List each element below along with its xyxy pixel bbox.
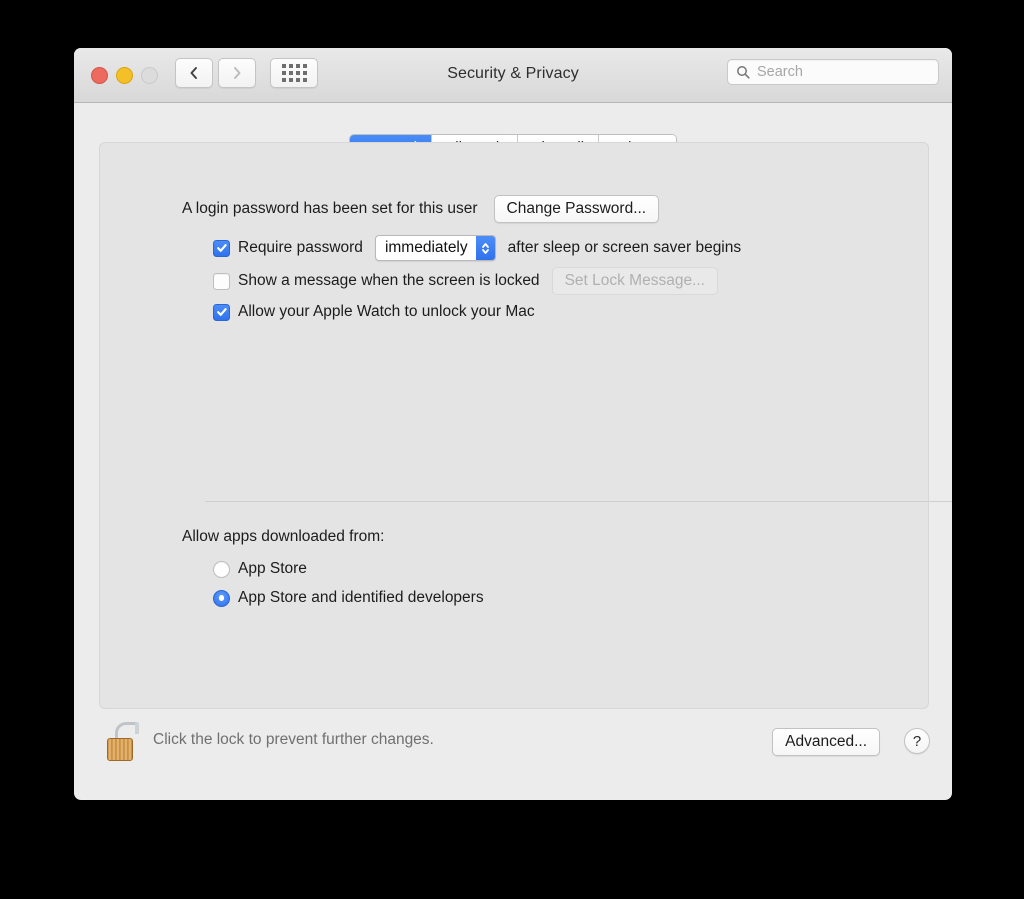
popup-stepper-arrows-icon (476, 236, 495, 260)
security-privacy-window: Security & Privacy Search General FileVa… (74, 48, 952, 800)
checkmark-icon (216, 242, 228, 254)
search-icon (736, 65, 750, 79)
require-password-delay-value: immediately (376, 236, 476, 260)
lock-button[interactable] (104, 720, 138, 762)
search-field[interactable]: Search (727, 59, 939, 85)
lock-hint-text: Click the lock to prevent further change… (153, 731, 434, 749)
general-settings-panel: A login password has been set for this u… (99, 142, 929, 709)
identified-developers-radio-row[interactable]: App Store and identified developers (213, 589, 484, 607)
apple-watch-label: Allow your Apple Watch to unlock your Ma… (238, 303, 535, 321)
checkmark-icon (216, 306, 228, 318)
show-lock-message-checkbox[interactable] (213, 273, 230, 290)
require-password-suffix-label: after sleep or screen saver begins (508, 239, 741, 257)
app-store-radio[interactable] (213, 561, 230, 578)
downloads-heading-row: Allow apps downloaded from: (182, 528, 384, 546)
identified-developers-radio[interactable] (213, 590, 230, 607)
require-password-checkbox[interactable] (213, 240, 230, 257)
require-password-delay-popup[interactable]: immediately (375, 235, 496, 261)
set-lock-message-button: Set Lock Message... (552, 267, 718, 295)
section-divider (205, 501, 952, 502)
identified-developers-label: App Store and identified developers (238, 589, 484, 607)
apple-watch-row: Allow your Apple Watch to unlock your Ma… (213, 303, 535, 321)
show-lock-message-label: Show a message when the screen is locked (238, 272, 540, 290)
screen: Security & Privacy Search General FileVa… (0, 0, 1024, 899)
require-password-label: Require password (238, 239, 363, 257)
window-titlebar: Security & Privacy Search (74, 48, 952, 103)
window-footer: Click the lock to prevent further change… (74, 707, 952, 800)
login-password-label: A login password has been set for this u… (182, 200, 478, 218)
lock-message-row: Show a message when the screen is locked… (213, 267, 718, 295)
chevron-updown-icon (481, 241, 490, 256)
change-password-button[interactable]: Change Password... (494, 195, 660, 223)
advanced-button[interactable]: Advanced... (772, 728, 880, 756)
app-store-label: App Store (238, 560, 307, 578)
require-password-row: Require password immediately after sleep… (213, 235, 741, 261)
padlock-body-icon (107, 738, 133, 761)
app-store-radio-row[interactable]: App Store (213, 560, 307, 578)
apple-watch-checkbox[interactable] (213, 304, 230, 321)
help-button[interactable]: ? (904, 728, 930, 754)
login-password-row: A login password has been set for this u… (182, 195, 659, 223)
allow-apps-heading: Allow apps downloaded from: (182, 528, 384, 546)
search-placeholder: Search (757, 64, 803, 80)
